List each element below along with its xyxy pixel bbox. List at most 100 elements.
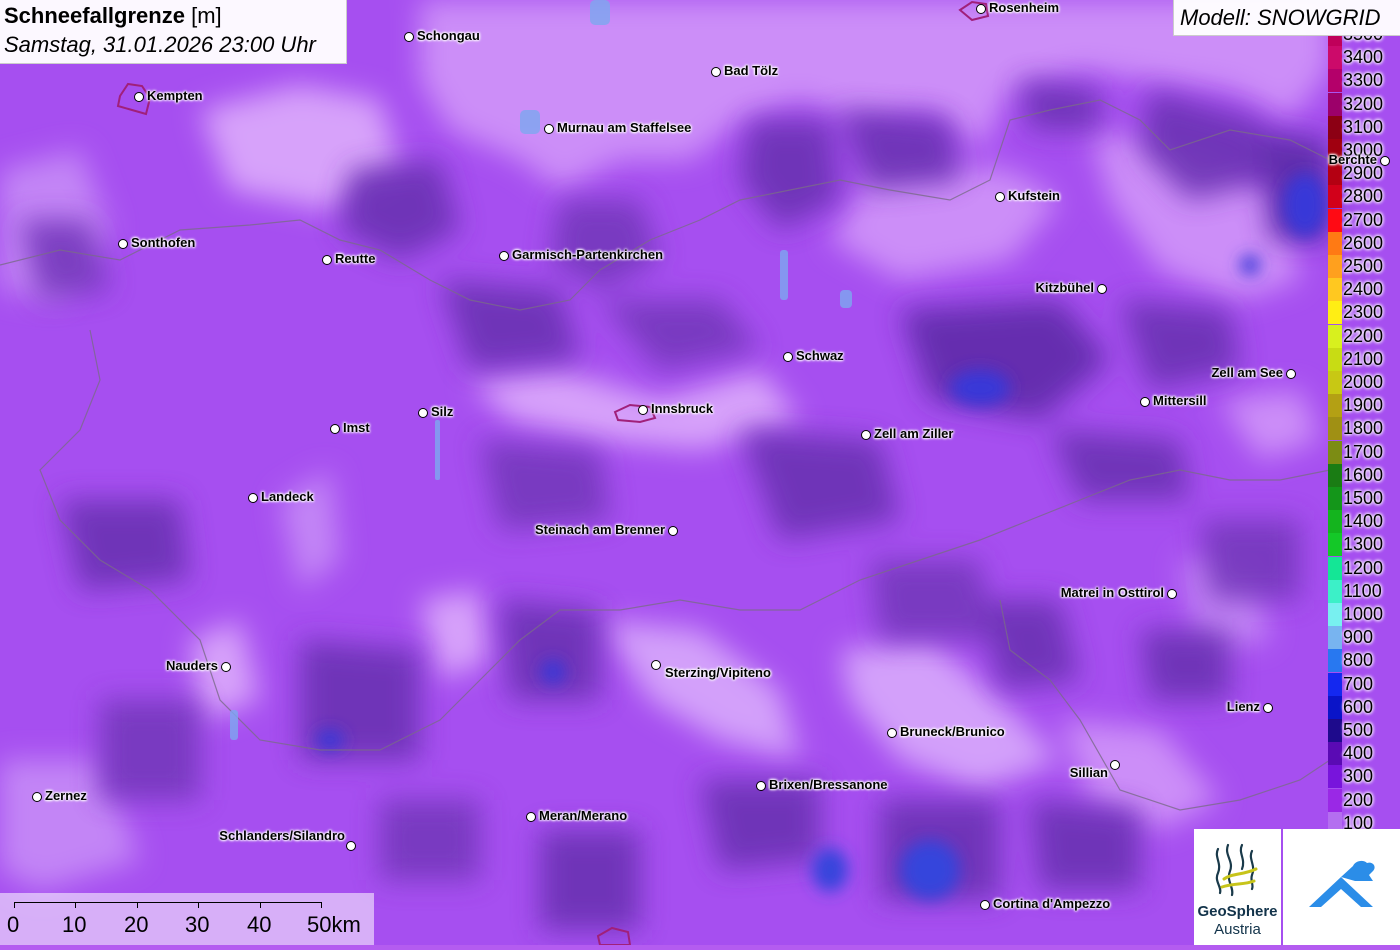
legend-swatch [1328,394,1342,418]
legend-swatch [1328,115,1342,139]
legend-entry: 2800 [1328,185,1400,209]
legend-label: 2000 [1343,372,1384,392]
city-dot-icon [1167,589,1177,599]
city-label: Schlanders/Silandro [219,828,345,843]
city-dot-icon [995,192,1005,202]
map-title-unit: [m] [191,3,222,28]
scale-label: 20 [124,912,149,937]
legend-swatch [1328,255,1342,278]
city-label: Lienz [1226,699,1260,714]
map-datetime: Samstag, 31.01.2026 23:00 Uhr [4,32,316,57]
city-dot-icon [346,841,356,851]
legend-label: 2800 [1343,186,1384,207]
legend-label: 1100 [1343,580,1382,601]
legend-swatch [1328,742,1342,766]
legend-label: 400 [1343,743,1374,764]
legend-label: 1500 [1343,488,1384,508]
city-label: Bruneck/Brunico [900,724,1005,739]
legend-swatch [1328,603,1342,626]
legend-entry: 2000 [1328,371,1400,394]
legend-swatch [1328,347,1342,371]
legend-swatch [1328,185,1342,209]
title-box: Schneefallgrenze [m] Samstag, 31.01.2026… [0,0,347,64]
legend-swatch [1328,324,1342,348]
city-dot-icon [248,493,258,503]
legend-label: 3200 [1343,93,1384,114]
scale-label: 10 [62,912,87,937]
legend-entry: 2400 [1328,278,1400,302]
legend-label: 2500 [1343,256,1384,276]
scale-label: 40 [247,912,272,937]
city-label: Berchte [1328,152,1377,167]
city-dot-icon [221,662,231,672]
legend-swatch [1328,208,1342,232]
city-label: Sonthofen [131,235,196,250]
scale-tick [260,902,261,908]
legend-label: 300 [1343,766,1374,787]
scale-label: 30 [185,912,210,937]
legend-label: 800 [1343,650,1374,671]
geosphere-logo[interactable]: GeoSphere Austria [1194,829,1281,945]
legend-swatch [1328,46,1342,70]
app-logo[interactable] [1283,829,1400,945]
legend-entry: 400 [1328,742,1400,766]
legend-entry: 700 [1328,672,1400,696]
legend-label: 1200 [1343,557,1384,578]
legend-entry: 1300 [1328,533,1400,557]
geosphere-text: GeoSphere [1197,903,1278,920]
city-dot-icon [651,660,661,670]
city-dot-icon [499,251,509,261]
legend-entry: 2300 [1328,301,1400,325]
legend-swatch [1328,278,1342,302]
legend-swatch [1328,533,1342,557]
city-label: Murnau am Staffelsee [557,120,692,135]
city-dot-icon [1110,760,1120,770]
city-label: Bad Tölz [724,63,779,78]
city-label: Meran/Merano [539,808,628,823]
legend-label: 3500 [1343,36,1383,45]
legend-entry: 3300 [1328,69,1400,93]
legend-swatch [1328,36,1342,46]
scale-label: 50km [307,912,361,937]
map-title-bold: Schneefallgrenze [4,3,185,28]
city-label: Zell am See [1211,365,1283,380]
legend-label: 700 [1343,673,1374,694]
legend-label: 200 [1343,789,1374,810]
legend-entry: 800 [1328,649,1400,673]
austria-text: Austria [1214,921,1261,938]
geosphere-emblem-icon [1215,843,1258,897]
legend-entry: 1200 [1328,556,1400,580]
city-label: Schongau [417,28,480,43]
snowfall-map[interactable] [0,0,1400,945]
city-label: Sillian [1069,765,1108,780]
legend-entry: 1900 [1328,394,1400,418]
city-label: Landeck [261,489,314,504]
city-dot-icon [861,430,871,440]
weather-app-icon [1309,860,1375,907]
legend-label: 2300 [1343,302,1384,323]
city-dot-icon [330,424,340,434]
city-label: Reutte [335,251,376,266]
city-label: Steinach am Brenner [534,522,665,537]
legend-label: 1400 [1343,511,1384,532]
city-dot-icon [32,792,42,802]
legend-swatch [1328,788,1342,812]
legend-swatch [1328,440,1342,464]
legend-label: 500 [1343,720,1374,740]
legend-swatch [1328,579,1342,603]
legend-swatch [1328,231,1342,255]
city-dot-icon [1380,156,1390,166]
legend-swatch [1328,649,1342,673]
legend-entry: 300 [1328,765,1400,789]
legend-swatch [1328,556,1342,580]
city-label: Schwaz [796,348,844,363]
legend-entry: 900 [1328,626,1400,650]
legend-entry: 2600 [1328,231,1400,255]
map-title: Schneefallgrenze [m] [4,3,222,29]
legend-entry: 1600 [1328,463,1400,487]
city-label: Garmisch-Partenkirchen [512,247,664,262]
city-label: Kufstein [1008,188,1060,203]
city-label: Mittersill [1153,393,1207,408]
legend-label: 2600 [1343,232,1384,253]
city-dot-icon [118,239,128,249]
